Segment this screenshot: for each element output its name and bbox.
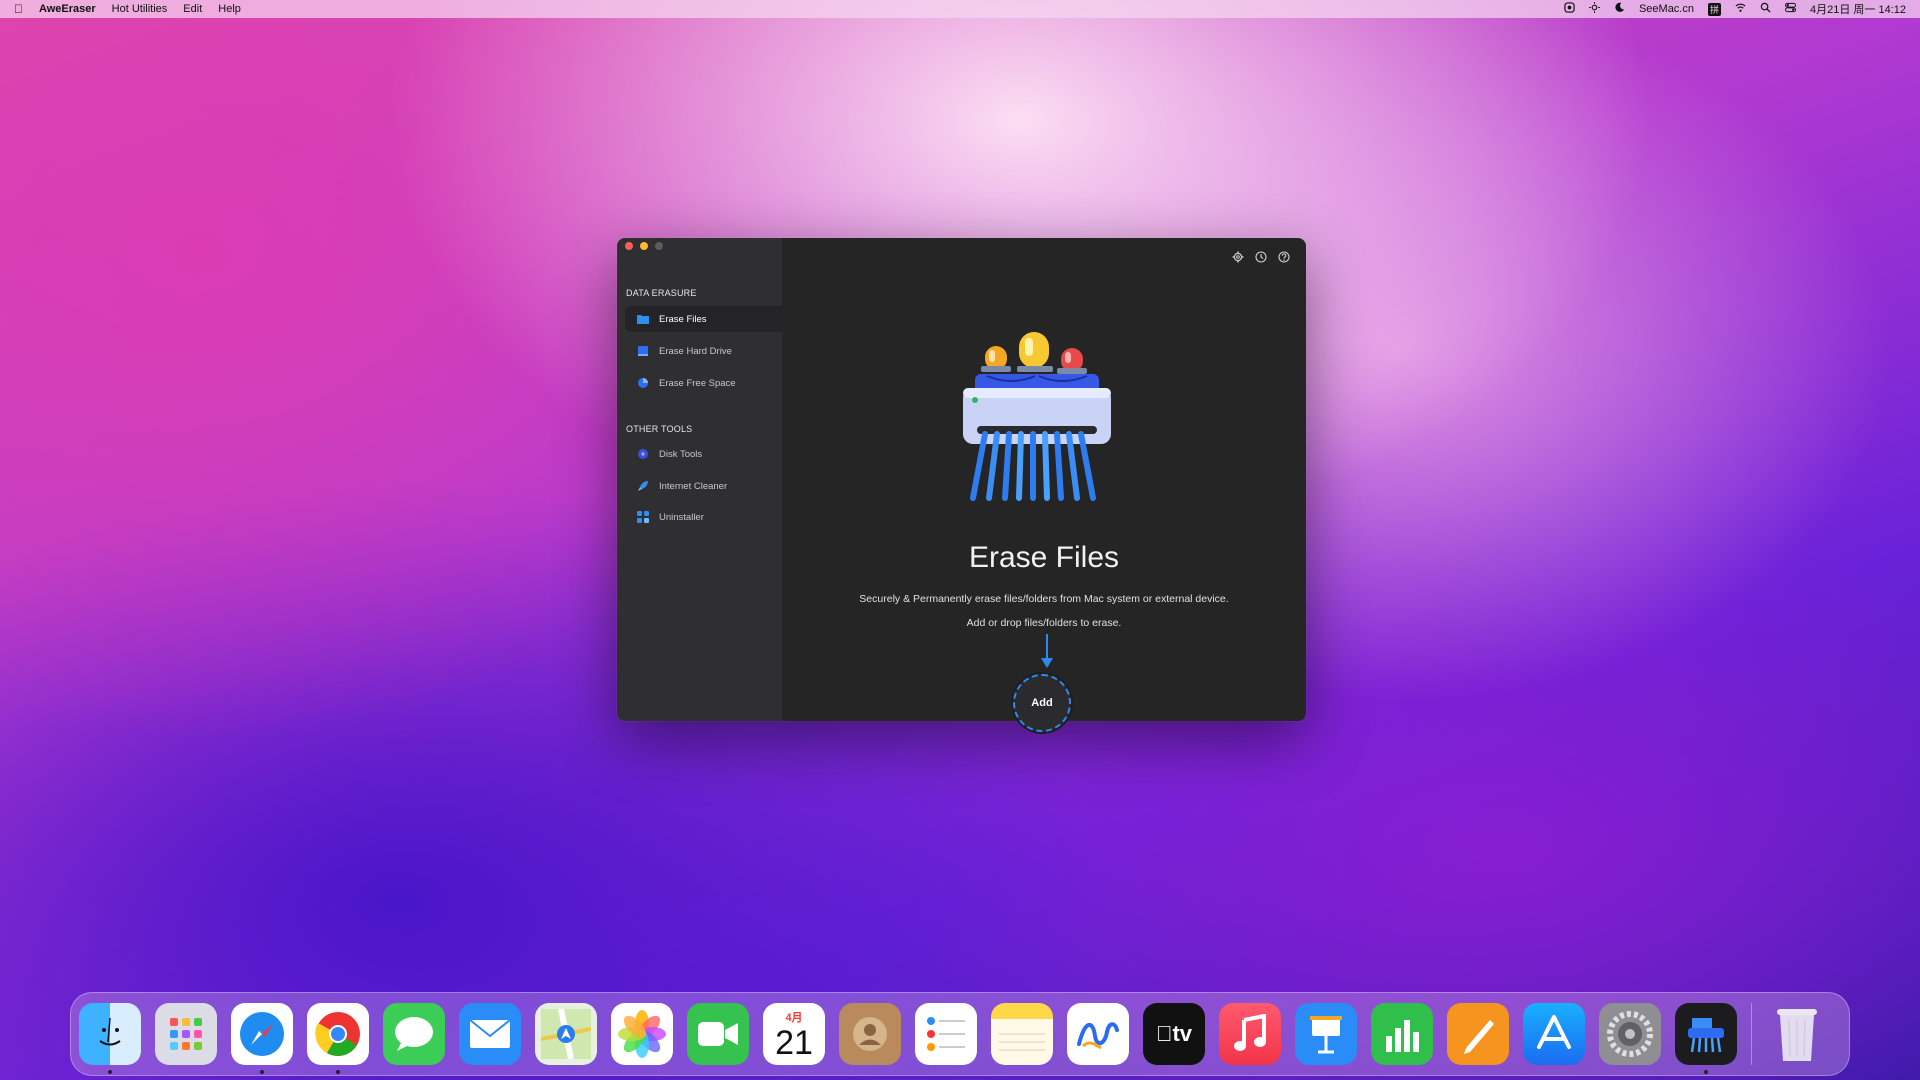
sidebar-item-internet-cleaner[interactable]: Internet Cleaner bbox=[625, 473, 782, 499]
calendar-icon[interactable]: 4月 21 bbox=[763, 1003, 825, 1065]
apple-tv-label: tv bbox=[1164, 1021, 1192, 1046]
toolbar bbox=[1221, 250, 1290, 263]
maps-icon[interactable] bbox=[535, 1003, 597, 1065]
sidebar-item-label: Uninstaller bbox=[659, 511, 704, 523]
music-icon[interactable] bbox=[1219, 1003, 1281, 1065]
running-indicator bbox=[108, 1070, 112, 1074]
running-indicator bbox=[336, 1070, 340, 1074]
brightness-icon[interactable] bbox=[1588, 2, 1600, 16]
hard-drive-icon bbox=[637, 345, 649, 357]
system-settings-icon[interactable] bbox=[1599, 1003, 1661, 1065]
aweeraser-dock-icon[interactable] bbox=[1675, 1003, 1737, 1074]
finder-icon[interactable] bbox=[79, 1003, 141, 1074]
menubar-site-label[interactable]: SeeMac.cn bbox=[1639, 3, 1694, 15]
shredder-illustration bbox=[957, 326, 1117, 501]
close-window-button[interactable] bbox=[625, 242, 633, 250]
aweeraser-window: DATA ERASURE Erase Files Erase Hard Driv… bbox=[617, 238, 1306, 732]
pages-icon[interactable] bbox=[1447, 1003, 1509, 1065]
freeform-icon[interactable] bbox=[1067, 1003, 1129, 1065]
add-files-button[interactable]: Add bbox=[1013, 674, 1071, 732]
folder-icon bbox=[637, 313, 649, 325]
wifi-icon[interactable] bbox=[1735, 2, 1746, 16]
notes-icon[interactable] bbox=[991, 1003, 1053, 1065]
window-controls bbox=[625, 242, 670, 250]
apple-menu-icon[interactable]:  bbox=[14, 2, 23, 16]
numbers-icon[interactable] bbox=[1371, 1003, 1433, 1065]
sidebar-item-label: Erase Hard Drive bbox=[659, 345, 732, 357]
sidebar-item-label: Erase Files bbox=[659, 313, 707, 325]
control-center-icon[interactable] bbox=[1785, 2, 1796, 16]
focus-moon-icon[interactable] bbox=[1614, 2, 1625, 16]
chrome-icon[interactable] bbox=[307, 1003, 369, 1074]
sidebar-item-disk-tools[interactable]: Disk Tools bbox=[625, 441, 782, 467]
input-method-icon[interactable]: 拼 bbox=[1707, 2, 1721, 16]
mail-icon[interactable] bbox=[459, 1003, 521, 1065]
sidebar-item-label: Internet Cleaner bbox=[659, 480, 728, 492]
dock-separator bbox=[1751, 1003, 1752, 1065]
grid-icon bbox=[637, 511, 649, 523]
calendar-month: 4月 bbox=[785, 1012, 803, 1024]
contacts-icon[interactable] bbox=[839, 1003, 901, 1065]
spotlight-search-icon[interactable] bbox=[1760, 2, 1771, 16]
menu-app-name[interactable]: AweEraser bbox=[39, 3, 96, 15]
menubar-clock[interactable]: 4月21日 周一 14:12 bbox=[1810, 1, 1906, 17]
apple-tv-icon[interactable]: tv bbox=[1143, 1003, 1205, 1065]
dock: 4月 21 tv bbox=[70, 992, 1850, 1076]
minimize-window-button[interactable] bbox=[640, 242, 648, 250]
sidebar-item-erase-free-space[interactable]: Erase Free Space bbox=[625, 370, 782, 396]
page-description: Securely & Permanently erase files/folde… bbox=[859, 593, 1229, 605]
apple-tv-logo-icon:  bbox=[1156, 1021, 1173, 1047]
settings-gear-icon[interactable] bbox=[1231, 250, 1244, 263]
drop-hint: Add or drop files/folders to erase. bbox=[966, 617, 1122, 629]
zoom-window-button[interactable] bbox=[655, 242, 663, 250]
status-app-icon[interactable] bbox=[1564, 2, 1575, 16]
sidebar-item-label: Erase Free Space bbox=[659, 377, 736, 389]
sidebar: DATA ERASURE Erase Files Erase Hard Driv… bbox=[617, 238, 782, 721]
trash-icon[interactable] bbox=[1766, 1003, 1828, 1065]
main-panel: Erase Files Securely & Permanently erase… bbox=[782, 238, 1306, 732]
reminders-icon[interactable] bbox=[915, 1003, 977, 1065]
photos-icon[interactable] bbox=[611, 1003, 673, 1065]
launchpad-icon[interactable] bbox=[155, 1003, 217, 1065]
sidebar-item-uninstaller[interactable]: Uninstaller bbox=[625, 504, 782, 530]
menu-edit[interactable]: Edit bbox=[183, 3, 202, 15]
facetime-icon[interactable] bbox=[687, 1003, 749, 1065]
page-title: Erase Files bbox=[968, 541, 1120, 574]
calendar-day: 21 bbox=[775, 1024, 813, 1062]
keynote-icon[interactable] bbox=[1295, 1003, 1357, 1065]
arrow-down-icon bbox=[1040, 634, 1054, 670]
disk-icon bbox=[637, 448, 649, 460]
rocket-icon bbox=[637, 480, 649, 492]
sidebar-item-erase-hard-drive[interactable]: Erase Hard Drive bbox=[625, 338, 782, 364]
messages-icon[interactable] bbox=[383, 1003, 445, 1065]
help-question-icon[interactable] bbox=[1277, 250, 1290, 263]
sidebar-item-label: Disk Tools bbox=[659, 448, 703, 460]
running-indicator bbox=[1704, 1070, 1708, 1074]
history-clock-icon[interactable] bbox=[1254, 250, 1267, 263]
sidebar-item-erase-files[interactable]: Erase Files bbox=[625, 306, 782, 332]
menu-bar:  AweEraser Hot Utilities Edit Help SeeM… bbox=[0, 0, 1920, 18]
running-indicator bbox=[260, 1070, 264, 1074]
app-store-icon[interactable] bbox=[1523, 1003, 1585, 1065]
section-title-data-erasure: DATA ERASURE bbox=[626, 288, 697, 298]
menu-help[interactable]: Help bbox=[218, 3, 241, 15]
safari-icon[interactable] bbox=[231, 1003, 293, 1074]
menu-hot-utilities[interactable]: Hot Utilities bbox=[112, 3, 168, 15]
section-title-other-tools: OTHER TOOLS bbox=[626, 424, 693, 434]
pie-chart-icon bbox=[637, 377, 649, 389]
